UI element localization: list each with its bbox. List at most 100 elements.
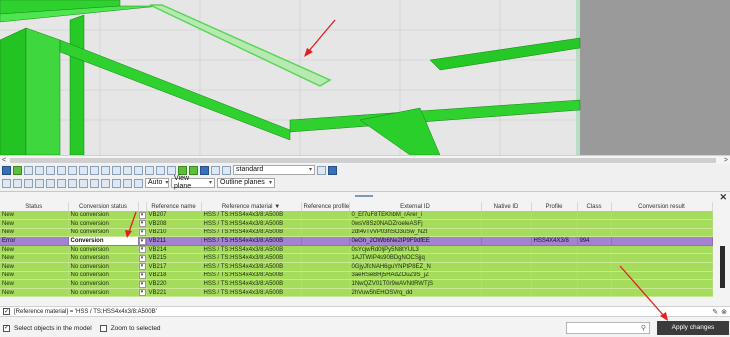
apply-changes-button[interactable]: Apply changes: [657, 321, 729, 335]
auto-select[interactable]: Auto ▾: [145, 178, 169, 188]
select-grid-icon[interactable]: [46, 165, 55, 175]
conversion-status-dropdown[interactable]: ▾: [138, 262, 147, 272]
select-surface-icon[interactable]: [112, 165, 121, 175]
snap-perpendicular-icon[interactable]: [68, 178, 77, 188]
table-row-error[interactable]: Error Conversion ▾ VB211 HSS / TS:HSS4x4x3/8…: [0, 236, 713, 246]
table-row[interactable]: New No conversion ▾ VB221 HSS / TS:HSS4x4x3/…: [0, 288, 713, 298]
snap-nearest-icon[interactable]: [112, 178, 121, 188]
scroll-thumb[interactable]: [10, 158, 716, 163]
select-point-icon[interactable]: [156, 165, 165, 175]
annotation-arrow: [307, 19, 336, 53]
scroll-thumb[interactable]: [720, 246, 725, 288]
table-vertical-scrollbar[interactable]: [719, 212, 727, 302]
conversion-status-dropdown[interactable]: ▾: [138, 279, 147, 289]
close-icon[interactable]: ✕: [719, 192, 727, 203]
table-row[interactable]: New No conversion ▾ VB208 HSS / TS:HSS4x4x3/…: [0, 219, 713, 229]
select-objects-checkbox[interactable]: ✓: [3, 324, 10, 332]
table-row[interactable]: New No conversion ▾ VB207 HSS / TS:HSS4x4x3/…: [0, 211, 713, 221]
conversion-status-dropdown[interactable]: ▾: [138, 253, 147, 264]
cell-profile: [301, 279, 350, 289]
cell-profile2: [531, 253, 578, 264]
snap-circle-icon[interactable]: [24, 178, 33, 188]
select-cut-icon[interactable]: [134, 165, 143, 175]
select-filter-icon[interactable]: [189, 165, 198, 175]
snap-square-icon[interactable]: [13, 178, 22, 188]
snap-angle-icon[interactable]: [57, 178, 66, 188]
select-objects-toggle[interactable]: ✓ Select objects in the model: [3, 324, 92, 332]
edit-filter-icon[interactable]: ✎: [712, 308, 718, 316]
cell-material: HSS / TS:HSS4x4x3/8:A500B: [201, 279, 302, 289]
col-header[interactable]: Status: [0, 202, 69, 211]
viewport-horizontal-scrollbar[interactable]: < >: [0, 155, 730, 164]
chevron-down-icon[interactable]: ▾: [138, 254, 145, 262]
snap-cross-icon[interactable]: [46, 178, 55, 188]
clear-filter-icon[interactable]: ⊗: [721, 308, 727, 316]
chevron-down-icon[interactable]: ▾: [138, 263, 145, 271]
col-header[interactable]: Reference profile: [301, 202, 350, 211]
select-parts-icon[interactable]: [13, 165, 22, 175]
cell-conversion-status[interactable]: No conversion: [68, 279, 139, 289]
select-welds-icon[interactable]: [35, 165, 44, 175]
search-icon: ⚲: [640, 325, 646, 332]
select-table-icon[interactable]: [68, 165, 77, 175]
filter-checkbox[interactable]: ✓: [3, 308, 10, 315]
select-model-icon[interactable]: [211, 165, 220, 175]
zoom-selected-checkbox[interactable]: [99, 324, 107, 332]
snap-free-icon[interactable]: [123, 178, 132, 188]
view-filter-select[interactable]: standard ▾: [233, 165, 315, 175]
col-header[interactable]: Reference name: [146, 202, 202, 211]
snap-triangle-icon[interactable]: [35, 178, 44, 188]
select-reference-icon[interactable]: [178, 165, 187, 175]
model-viewport[interactable]: [0, 0, 730, 155]
select-component-icon[interactable]: [90, 165, 99, 175]
view-plane-select[interactable]: View plane ▾: [171, 175, 215, 190]
panel-resize-handle[interactable]: [355, 195, 373, 197]
outline-planes-select[interactable]: Outline planes ▾: [217, 178, 275, 188]
select-line-icon[interactable]: [57, 165, 66, 175]
col-header[interactable]: Profile: [531, 202, 578, 211]
model-3d-view[interactable]: [0, 0, 730, 155]
snap-override-icon[interactable]: [134, 178, 143, 188]
col-header[interactable]: External ID: [349, 202, 482, 211]
chevron-down-icon: ▾: [208, 180, 212, 186]
search-input[interactable]: ⚲: [566, 322, 650, 334]
select-object-icon[interactable]: [200, 165, 209, 175]
table-row[interactable]: New No conversion ▾ VB218 HSS / TS:HSS4x4x3/…: [0, 271, 713, 281]
select-reinforcement-icon[interactable]: [101, 165, 110, 175]
cell-conversion-status[interactable]: No conversion: [68, 262, 139, 272]
select-view-icon[interactable]: [145, 165, 154, 175]
select-assembly-icon[interactable]: [79, 165, 88, 175]
select-icon[interactable]: [2, 165, 11, 175]
snap-extension-icon[interactable]: [90, 178, 99, 188]
conversion-status-dropdown[interactable]: ▾: [138, 288, 147, 298]
chevron-down-icon[interactable]: ▾: [138, 289, 145, 296]
cell-conversion-status[interactable]: No conversion: [68, 288, 139, 298]
select-plane-icon[interactable]: [123, 165, 132, 175]
conversion-status-dropdown[interactable]: ▾: [138, 271, 147, 281]
chevron-down-icon[interactable]: ▾: [138, 280, 145, 288]
snap-parallel-icon[interactable]: [101, 178, 110, 188]
col-header[interactable]: Native ID: [481, 202, 532, 211]
magnifier-icon[interactable]: [222, 165, 231, 175]
table-row[interactable]: New No conversion ▾ VB220 HSS / TS:HSS4x4x3/…: [0, 279, 713, 289]
col-header[interactable]: Conversion result: [611, 202, 713, 211]
cell-conversion-status[interactable]: No conversion: [68, 271, 139, 281]
col-header-sorted[interactable]: Reference material ▼: [201, 202, 302, 211]
zoom-selected-toggle[interactable]: Zoom to selected: [99, 324, 161, 332]
cell-conversion-status[interactable]: No conversion: [68, 253, 139, 264]
snap-tangent-icon[interactable]: [79, 178, 88, 188]
cell-native-id: [481, 262, 532, 272]
select-construction-icon[interactable]: [167, 165, 176, 175]
chevron-down-icon[interactable]: ▾: [138, 271, 145, 279]
table-row[interactable]: New No conversion ▾ VB214 HSS / TS:HSS4x4x3/…: [0, 245, 713, 255]
cell-external-id: 2dI4vTvVP03hSO3uSw_N2t: [349, 228, 482, 238]
pointer-icon[interactable]: [328, 165, 337, 175]
select-bolts-icon[interactable]: [24, 165, 33, 175]
filter-settings-icon[interactable]: [317, 165, 326, 175]
table-row[interactable]: New No conversion ▾ VB215 HSS / TS:HSS4x4x3/…: [0, 253, 713, 264]
col-header[interactable]: Conversion status: [68, 202, 139, 211]
snap-grid-icon[interactable]: [2, 178, 11, 188]
table-row[interactable]: New No conversion ▾ VB217 HSS / TS:HSS4x4x3/…: [0, 262, 713, 272]
table-row[interactable]: New No conversion ▾ VB210 HSS / TS:HSS4x4x3/…: [0, 228, 713, 238]
col-header[interactable]: Class: [577, 202, 612, 211]
